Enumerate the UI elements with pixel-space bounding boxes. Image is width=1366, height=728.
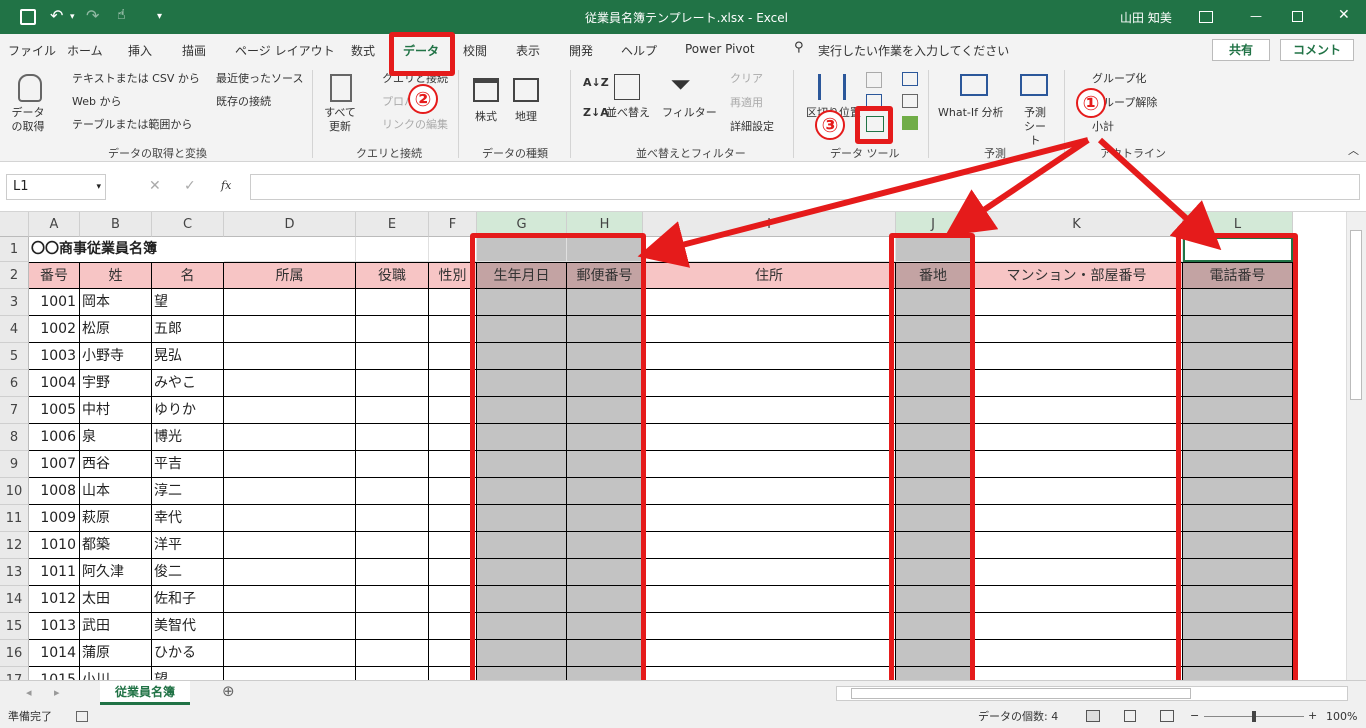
status-count: データの個数: 4 [978, 710, 1059, 723]
zoom-out-icon[interactable]: − [1190, 709, 1199, 723]
annotation-2: ② [408, 84, 438, 114]
sheet-tab-active[interactable]: 従業員名簿 [100, 681, 190, 705]
arrow-to-l [1097, 137, 1222, 251]
zoom-in-icon[interactable]: + [1308, 709, 1317, 723]
page-layout-view-icon[interactable] [1124, 710, 1136, 722]
sheet-next-icon[interactable]: ▸ [54, 686, 60, 700]
arrow-to-j [945, 137, 1090, 237]
status-ready: 準備完了 [8, 710, 52, 723]
annotation-arrows [637, 137, 1222, 268]
page-break-view-icon[interactable] [1160, 710, 1174, 722]
zoom-slider[interactable] [1204, 711, 1304, 722]
zoom-slider-thumb[interactable] [1252, 711, 1256, 722]
horizontal-scrollbar[interactable] [836, 686, 1348, 701]
vertical-scrollbar[interactable] [1346, 212, 1366, 680]
sheet-tab-label: 従業員名簿 [114, 685, 175, 699]
add-sheet-icon[interactable]: ⊕ [222, 684, 235, 699]
normal-view-icon[interactable] [1086, 710, 1100, 722]
sheet-prev-icon[interactable]: ◂ [26, 686, 32, 700]
scroll-thumb-horizontal[interactable] [851, 688, 1191, 699]
arrow-to-gh [637, 137, 1089, 268]
scroll-thumb-vertical[interactable] [1350, 230, 1362, 400]
annotation-1: ① [1076, 88, 1106, 118]
macro-record-icon[interactable] [76, 711, 88, 722]
status-bar: 準備完了 データの個数: 4 − + 100% [0, 706, 1366, 728]
zoom-level[interactable]: 100% [1326, 710, 1357, 724]
annotation-3: ③ [815, 110, 845, 140]
sheet-tab-bar: ◂ ▸ 従業員名簿 ⊕ [0, 680, 1366, 706]
